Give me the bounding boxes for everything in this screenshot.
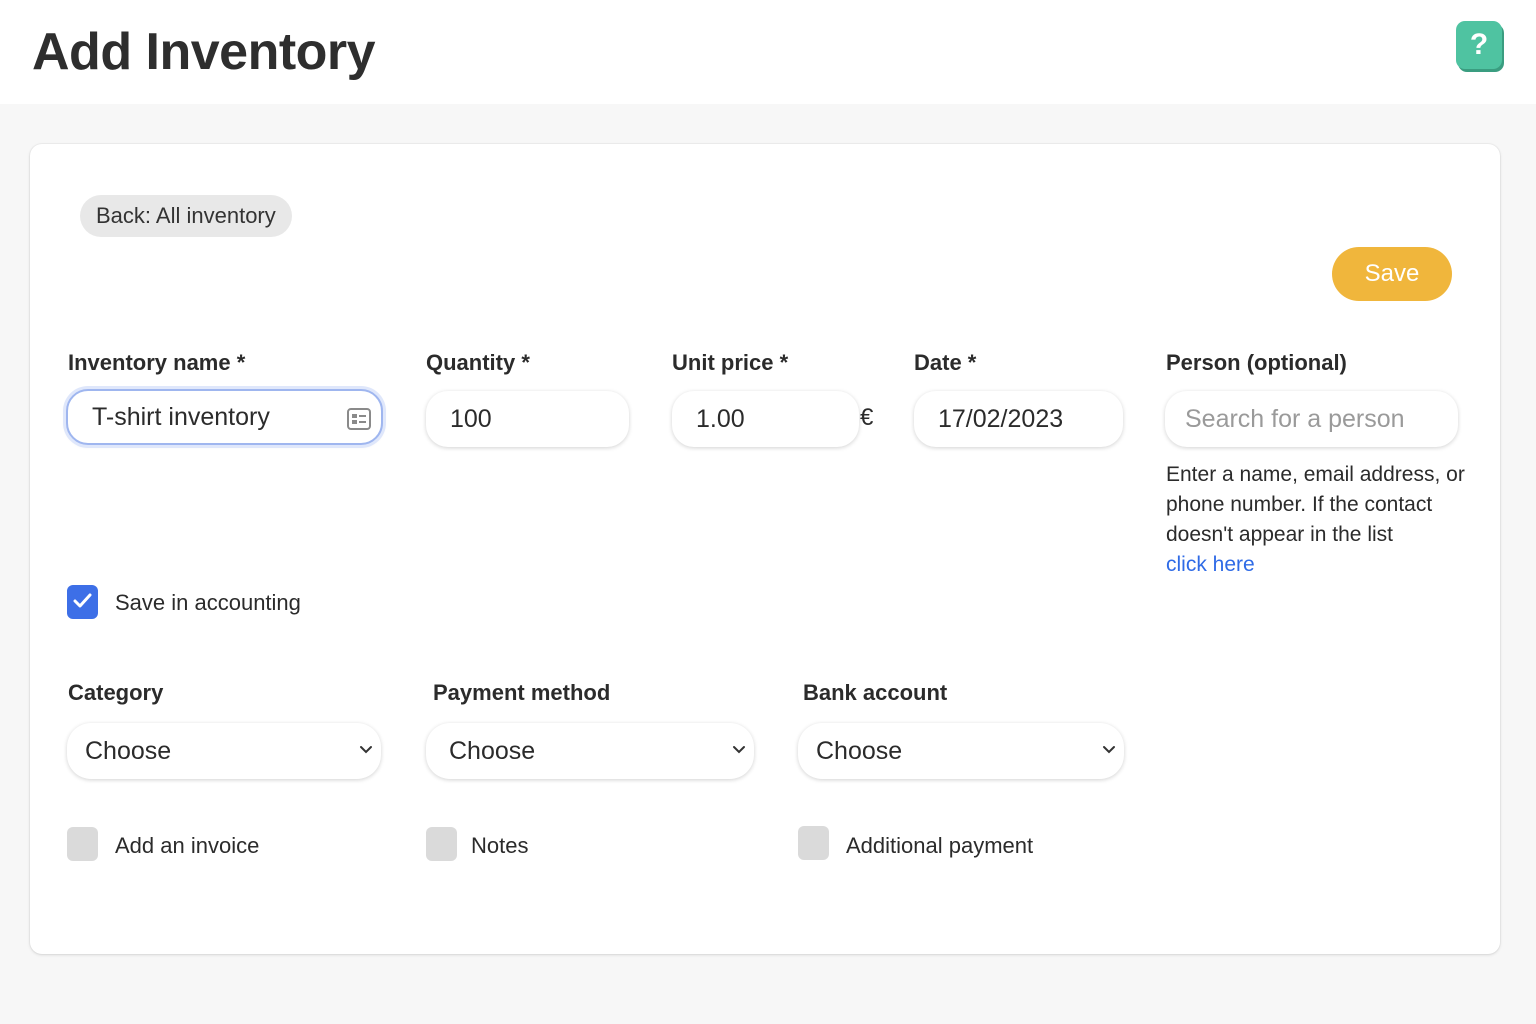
top-bar: Add Inventory ? xyxy=(0,0,1536,104)
person-search-input[interactable]: Search for a person xyxy=(1165,391,1458,447)
bank-account-select[interactable]: Choose xyxy=(798,723,1124,779)
payment-method-label: Payment method xyxy=(433,680,611,705)
date-value: 17/02/2023 xyxy=(938,404,1064,433)
payment-method-select[interactable]: Choose xyxy=(426,723,754,779)
chevron-down-icon xyxy=(1103,746,1115,754)
date-input[interactable]: 17/02/2023 xyxy=(914,391,1123,447)
unit-price-input[interactable]: 1.00 xyxy=(672,391,859,447)
save-button[interactable]: Save xyxy=(1332,247,1452,301)
quantity-input[interactable]: 100 xyxy=(426,391,629,447)
click-here-link[interactable]: click here xyxy=(1166,550,1466,580)
category-select[interactable]: Choose xyxy=(67,723,381,779)
save-in-accounting-checkbox[interactable] xyxy=(67,585,98,619)
person-help-text: Enter a name, email address, or phone nu… xyxy=(1166,460,1466,580)
bank-account-value: Choose xyxy=(816,736,903,765)
currency-symbol: € xyxy=(860,404,874,431)
back-button[interactable]: Back: All inventory xyxy=(80,195,292,237)
chevron-down-icon xyxy=(360,746,372,754)
help-icon: ? xyxy=(1469,28,1489,61)
person-search-placeholder: Search for a person xyxy=(1185,404,1405,433)
form-card: Back: All inventory Save Inventory name … xyxy=(30,144,1500,954)
date-label: Date * xyxy=(914,350,977,375)
notes-label: Notes xyxy=(471,833,529,858)
chevron-down-icon xyxy=(733,746,745,754)
add-invoice-label: Add an invoice xyxy=(115,833,260,858)
person-help-copy: Enter a name, email address, or phone nu… xyxy=(1166,463,1465,546)
person-label: Person (optional) xyxy=(1166,350,1347,375)
quantity-label: Quantity * xyxy=(426,350,530,375)
page-title: Add Inventory xyxy=(32,23,376,81)
notes-checkbox[interactable] xyxy=(426,827,457,861)
payment-method-value: Choose xyxy=(449,736,536,765)
unit-price-label: Unit price * xyxy=(672,350,789,375)
contact-card-icon[interactable] xyxy=(347,408,371,430)
inventory-name-label: Inventory name * xyxy=(68,350,246,375)
help-button[interactable]: ? xyxy=(1456,21,1502,69)
add-invoice-checkbox[interactable] xyxy=(67,827,98,861)
inventory-name-input[interactable]: T-shirt inventory xyxy=(66,389,383,445)
bank-account-label: Bank account xyxy=(803,680,948,705)
unit-price-value: 1.00 xyxy=(696,404,745,433)
category-value: Choose xyxy=(85,736,172,765)
checkmark-icon xyxy=(73,593,92,608)
save-in-accounting-label: Save in accounting xyxy=(115,590,301,615)
category-label: Category xyxy=(68,680,164,705)
additional-payment-label: Additional payment xyxy=(846,833,1034,858)
inventory-name-value: T-shirt inventory xyxy=(92,402,270,431)
quantity-value: 100 xyxy=(450,404,492,433)
additional-payment-checkbox[interactable] xyxy=(798,826,829,860)
